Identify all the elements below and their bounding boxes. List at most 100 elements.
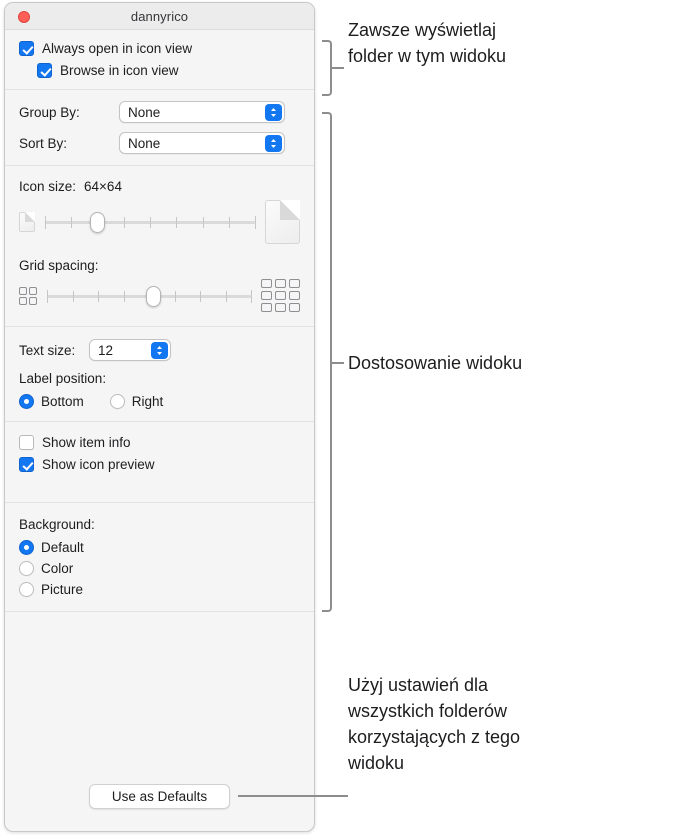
slider-tick xyxy=(123,217,125,228)
slider-tick xyxy=(174,290,176,302)
view-options-window: dannyrico Always open in icon view Brows… xyxy=(4,2,315,832)
checkbox-row-browse-in-icon-view[interactable]: Browse in icon view xyxy=(19,63,300,78)
annotation-customize-view: Dostosowanie widoku xyxy=(348,350,658,376)
slider-row-icon-size xyxy=(19,200,300,244)
slider-tick xyxy=(255,216,256,229)
slider-tick xyxy=(150,217,151,228)
radio-background-default[interactable] xyxy=(19,540,34,555)
small-document-icon xyxy=(19,212,35,232)
label-always-open-in-icon-view: Always open in icon view xyxy=(42,41,193,56)
checkbox-show-item-info[interactable] xyxy=(19,435,34,450)
chevron-up-down-icon[interactable] xyxy=(265,135,282,152)
checkbox-row-show-item-info[interactable]: Show item info xyxy=(19,435,300,450)
radio-background-picture[interactable] xyxy=(19,582,34,597)
section-sliders: Icon size: 64×64 Grid spacing: xyxy=(5,166,314,327)
chevron-up-down-icon[interactable] xyxy=(151,342,168,359)
slider-row-grid-spacing xyxy=(19,279,300,312)
label-text-size: Text size: xyxy=(19,342,76,358)
annotation-view-in-folder-line1: Zawsze wyświetlaj xyxy=(348,20,497,40)
annotation-use-defaults: Użyj ustawień dla wszystkich folderów ko… xyxy=(348,672,668,776)
form-row-text-size: Text size: 12 xyxy=(19,339,300,361)
callout-stem-customize-view xyxy=(332,362,344,364)
select-group-by-value: None xyxy=(128,104,161,120)
radio-group-label-position: Bottom Right xyxy=(19,394,300,409)
annotation-use-defaults-line2: wszystkich folderów xyxy=(348,701,508,721)
radio-label-position-right[interactable] xyxy=(109,394,125,409)
annotation-use-defaults-line1: Użyj ustawień dla xyxy=(348,675,489,695)
slider-tick xyxy=(176,217,178,228)
label-grid-spacing: Grid spacing: xyxy=(19,258,99,273)
label-sort-by: Sort By: xyxy=(19,135,68,151)
slider-tick xyxy=(72,290,74,302)
select-sort-by-value: None xyxy=(128,135,161,151)
select-text-size[interactable]: 12 xyxy=(89,339,171,361)
checkbox-browse-in-icon-view[interactable] xyxy=(37,63,52,78)
annotation-view-in-folder-line2: folder w tym widoku xyxy=(348,46,507,66)
slider-tick xyxy=(228,217,230,228)
radio-row-label-position-right[interactable]: Right xyxy=(109,394,164,409)
checkbox-row-always-open-in-icon-view[interactable]: Always open in icon view xyxy=(19,41,300,56)
form-row-group-by: Group By: None xyxy=(19,101,300,123)
label-group-by: Group By: xyxy=(19,104,80,120)
slider-tick xyxy=(251,289,252,303)
slider-tick xyxy=(71,217,73,228)
annotation-customize-view-line1: Dostosowanie widoku xyxy=(348,353,523,373)
slider-grid-spacing[interactable] xyxy=(47,285,252,307)
label-show-item-info: Show item info xyxy=(42,435,131,450)
slider-tick xyxy=(200,290,201,302)
slider-tick xyxy=(47,289,48,303)
select-sort-by[interactable]: None xyxy=(119,132,285,154)
label-background-picture: Picture xyxy=(41,582,84,597)
callout-stem-icon-view xyxy=(332,67,344,69)
radio-label-position-bottom[interactable] xyxy=(19,394,34,409)
label-label-position-right: Right xyxy=(131,394,164,409)
checkbox-row-show-icon-preview[interactable]: Show icon preview xyxy=(19,457,300,472)
annotation-use-defaults-line3: korzystających z tego xyxy=(348,727,521,747)
label-background: Background: xyxy=(19,517,95,532)
slider-tick xyxy=(98,290,99,302)
window-titlebar: dannyrico xyxy=(5,3,314,30)
radio-background-color[interactable] xyxy=(19,561,34,576)
section-background: Background: Default Color Picture xyxy=(5,503,314,612)
large-document-icon xyxy=(265,200,300,244)
slider-thumb-icon-size[interactable] xyxy=(90,212,105,233)
label-show-icon-preview: Show icon preview xyxy=(42,457,155,472)
callout-bracket-icon-view xyxy=(322,40,332,96)
slider-thumb-grid-spacing[interactable] xyxy=(145,285,161,307)
label-background-default: Default xyxy=(41,540,84,555)
slider-tick xyxy=(225,290,227,302)
small-grid-icon xyxy=(19,286,37,305)
radio-row-background-color[interactable]: Color xyxy=(19,561,300,576)
section-icon-view: Always open in icon view Browse in icon … xyxy=(5,30,314,90)
large-grid-icon xyxy=(261,279,300,312)
checkbox-show-icon-preview[interactable] xyxy=(19,457,34,472)
radio-row-background-default[interactable]: Default xyxy=(19,540,300,555)
section-item-display: Show item info Show icon preview xyxy=(5,422,314,503)
use-as-defaults-button[interactable]: Use as Defaults xyxy=(88,784,231,809)
form-row-sort-by: Sort By: None xyxy=(19,132,300,154)
select-group-by[interactable]: None xyxy=(119,101,285,123)
section-text: Text size: 12 Label position: Bottom Rig… xyxy=(5,327,314,422)
slider-tick xyxy=(123,290,125,302)
annotation-view-in-folder: Zawsze wyświetlaj folder w tym widoku xyxy=(348,17,648,69)
slider-tick xyxy=(202,217,204,228)
radio-row-background-picture[interactable]: Picture xyxy=(19,582,300,597)
label-background-color: Color xyxy=(41,561,74,576)
label-label-position: Label position: xyxy=(19,371,107,386)
section-grouping: Group By: None Sort By: None xyxy=(5,90,314,166)
close-icon[interactable] xyxy=(18,11,30,23)
callout-leader-use-defaults xyxy=(238,795,348,797)
slider-tick xyxy=(45,216,46,229)
label-browse-in-icon-view: Browse in icon view xyxy=(60,63,179,78)
callout-bracket-customize-view xyxy=(322,112,332,612)
annotation-use-defaults-line4: widoku xyxy=(348,753,405,773)
radio-row-label-position-bottom[interactable]: Bottom xyxy=(19,394,84,409)
label-icon-size: Icon size: 64×64 xyxy=(19,179,300,194)
slider-icon-size[interactable] xyxy=(45,212,256,233)
checkbox-always-open-in-icon-view[interactable] xyxy=(19,41,34,56)
chevron-up-down-icon[interactable] xyxy=(265,104,282,121)
label-label-position-bottom: Bottom xyxy=(41,394,84,409)
value-icon-size: 64×64 xyxy=(84,179,122,194)
select-text-size-value: 12 xyxy=(98,342,114,358)
label-icon-size-text: Icon size: xyxy=(19,179,77,194)
